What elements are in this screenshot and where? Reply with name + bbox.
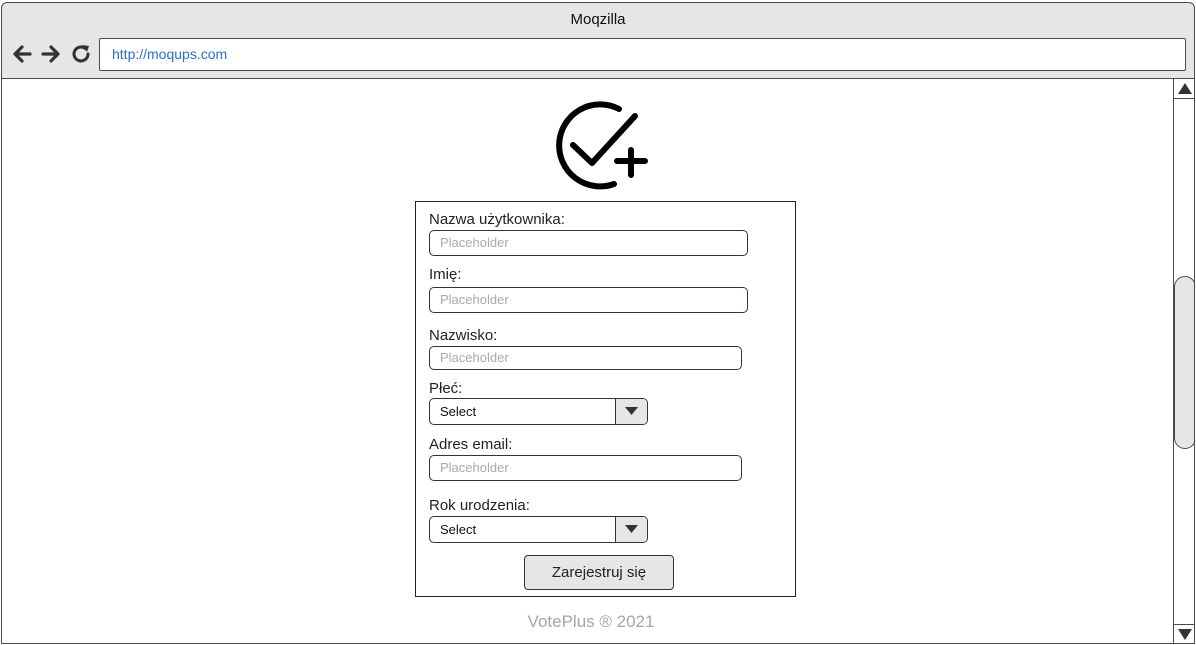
first-name-label: Imię: xyxy=(429,266,462,283)
forward-arrow-icon[interactable] xyxy=(39,42,63,66)
email-label: Adres email: xyxy=(429,436,513,453)
browser-window: Moqzilla http://moqups.com Nazwa użytkow… xyxy=(1,2,1195,644)
birth-year-select-value: Select xyxy=(440,522,477,537)
gender-label: Płeć: xyxy=(429,380,463,397)
birth-year-label: Rok urodzenia: xyxy=(429,497,530,514)
window-title: Moqzilla xyxy=(570,11,626,28)
chevron-down-icon xyxy=(625,525,638,533)
birth-year-dropdown-button[interactable] xyxy=(615,517,647,542)
email-input[interactable]: Placeholder xyxy=(429,455,742,481)
scroll-thumb[interactable] xyxy=(1174,276,1194,449)
browser-navbar: http://moqups.com xyxy=(2,37,1194,78)
chevron-down-icon xyxy=(625,407,638,415)
gender-select-value: Select xyxy=(440,404,477,419)
first-name-input[interactable]: Placeholder xyxy=(429,287,748,313)
back-arrow-icon[interactable] xyxy=(10,42,34,66)
last-name-input[interactable]: Placeholder xyxy=(429,346,742,370)
username-label: Nazwa użytkownika: xyxy=(429,211,565,228)
last-name-label: Nazwisko: xyxy=(429,327,498,344)
triangle-down-icon xyxy=(1178,629,1192,640)
register-button[interactable]: Zarejestruj się xyxy=(524,555,674,590)
gender-select[interactable]: Select xyxy=(429,398,648,425)
triangle-up-icon xyxy=(1178,83,1192,94)
footer-copyright: VotePlus ® 2021 xyxy=(527,612,655,631)
scroll-down-button[interactable] xyxy=(1174,624,1194,643)
birth-year-select[interactable]: Select xyxy=(429,516,648,543)
reload-icon[interactable] xyxy=(69,42,93,66)
check-circle-plus-icon xyxy=(556,101,648,190)
vertical-scrollbar[interactable] xyxy=(1173,78,1194,643)
gender-dropdown-button[interactable] xyxy=(615,399,647,424)
url-bar[interactable]: http://moqups.com xyxy=(99,38,1186,71)
page-viewport: Nazwa użytkownika: Placeholder Imię: Pla… xyxy=(2,78,1173,643)
scroll-up-button[interactable] xyxy=(1174,79,1194,99)
username-input[interactable]: Placeholder xyxy=(429,230,748,256)
registration-form: Nazwa użytkownika: Placeholder Imię: Pla… xyxy=(415,201,796,597)
